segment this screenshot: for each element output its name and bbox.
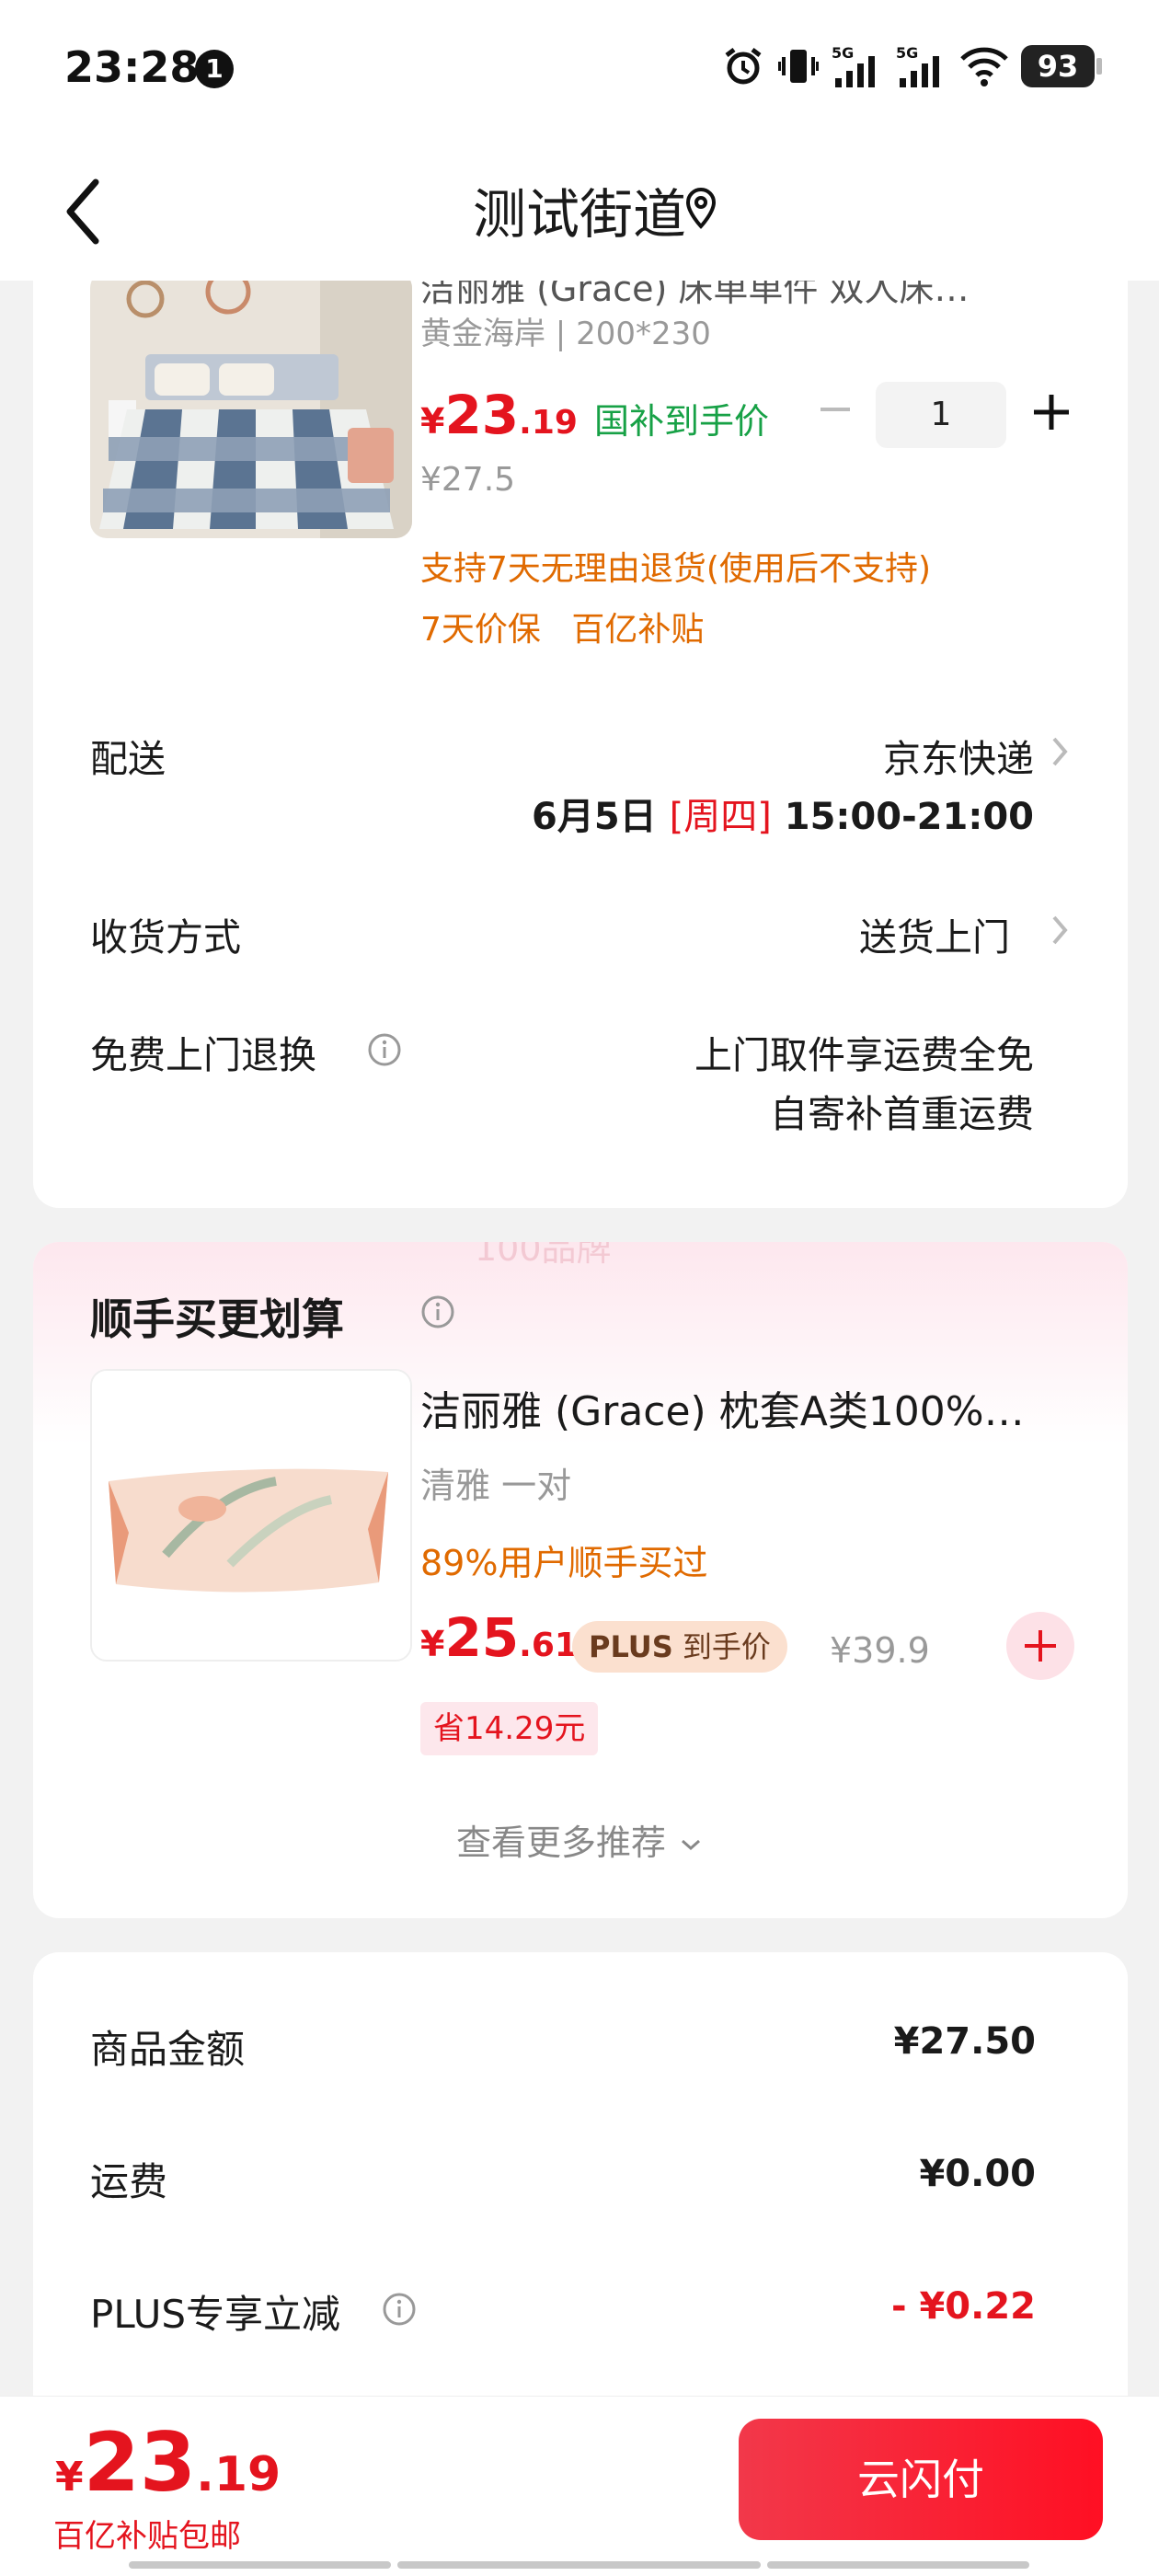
- chevron-right-icon[interactable]: [1049, 912, 1071, 949]
- free-return-line1: 上门取件享运费全免: [694, 1033, 1034, 1077]
- recommend-original-price: ¥39.9: [830, 1630, 930, 1671]
- info-icon[interactable]: [381, 2291, 418, 2328]
- signal-5g-icon: 5G: [896, 44, 939, 87]
- location-pin-icon[interactable]: [683, 186, 719, 232]
- price-integer: 23: [83, 2415, 197, 2510]
- goods-amount-value: ¥27.50: [893, 2020, 1036, 2063]
- page-title: 测试街道: [472, 183, 686, 246]
- battery-indicator: 93: [1021, 45, 1102, 87]
- alarm-icon: [725, 48, 762, 85]
- price-decimal: .19: [519, 404, 578, 442]
- gesture-bar: [129, 2561, 391, 2569]
- delivery-date: 6月5日: [531, 796, 657, 838]
- total-subtitle: 百亿补贴包邮: [53, 2518, 241, 2555]
- recommend-buyers-rate: 89%用户顺手买过: [420, 1543, 708, 1583]
- price-decimal: .61: [519, 1627, 578, 1664]
- wifi-icon: [960, 47, 1008, 86]
- recommend-product-title[interactable]: 洁丽雅 (Grace) 枕套A类100%…: [420, 1378, 1101, 1437]
- delivery-weekday: [周四]: [669, 796, 772, 838]
- plus-discount-label: PLUS专享立减: [90, 2292, 341, 2337]
- plus-text: 到手价: [682, 1629, 771, 1664]
- svg-text:5G: 5G: [896, 44, 918, 62]
- price-decimal: .19: [196, 2447, 281, 2502]
- free-return-line2: 自寄补首重运费: [770, 1092, 1034, 1136]
- delivery-time[interactable]: 6月5日 [周四] 15:00-21:00: [532, 787, 1034, 840]
- subsidy-tag: 百亿补贴: [571, 611, 705, 649]
- goods-amount-label: 商品金额: [90, 2027, 246, 2072]
- recommend-product-image[interactable]: [90, 1369, 412, 1662]
- subsidy-price-tag: 国补到手价: [593, 401, 769, 442]
- price-currency: ¥: [55, 2454, 84, 2501]
- saving-tag: 省14.29元: [420, 1702, 599, 1755]
- pay-button[interactable]: 云闪付: [739, 2419, 1103, 2540]
- recommend-product-spec: 清雅 一对: [420, 1466, 572, 1506]
- chevron-down-icon: [682, 1839, 701, 1851]
- info-icon[interactable]: [419, 1294, 456, 1330]
- signal-5g-icon: 5G: [832, 44, 875, 87]
- status-time: 23:28: [64, 42, 200, 92]
- brand-watermark: 100品牌: [475, 1242, 612, 1269]
- product-spec: 黄金海岸 | 200*230: [420, 316, 711, 352]
- plus-price-badge: PLUS 到手价: [572, 1621, 787, 1673]
- quantity-input[interactable]: 1: [876, 382, 1006, 448]
- return-policy: 支持7天无理由退货(使用后不支持): [420, 550, 931, 588]
- checkout-bar: ¥ 23 .19 百亿补贴包邮 云闪付: [0, 2396, 1159, 2576]
- vibrate-icon: [778, 50, 819, 83]
- plus-icon: [1025, 1630, 1056, 1662]
- product-title[interactable]: 洁丽雅 (Grace) 床单单件 双人床…: [420, 281, 1092, 311]
- product-price: ¥ 23 .19 国补到手价: [420, 384, 769, 446]
- recommend-card: 100品牌 顺手买更划算 洁丽雅 (Grace) 枕套A类100%… 清雅 一对…: [33, 1242, 1128, 1918]
- add-to-order-button[interactable]: [1006, 1612, 1074, 1680]
- policy-tags: 7天价保 百亿补贴: [420, 603, 724, 650]
- delivery-label: 配送: [90, 737, 166, 781]
- price-integer: 25: [444, 1606, 520, 1669]
- delivery-carrier[interactable]: 京东快递: [883, 728, 1034, 783]
- system-icons: 5G 5G 93: [721, 40, 1102, 92]
- gesture-bar: [397, 2561, 761, 2569]
- more-recommend-link[interactable]: 查看更多推荐: [33, 1814, 1128, 1865]
- chevron-right-icon[interactable]: [1049, 733, 1071, 770]
- shipping-value: ¥0.00: [919, 2153, 1036, 2195]
- free-return-label: 免费上门退换: [90, 1033, 316, 1077]
- section-title-text: 顺手买更划算: [90, 1294, 344, 1344]
- plus-discount-value: - ¥0.22: [890, 2285, 1036, 2328]
- price-integer: 23: [444, 384, 520, 446]
- status-bar: 23:28 1 5G 5G 93: [0, 0, 1159, 138]
- more-recommend-label: 查看更多推荐: [455, 1823, 666, 1863]
- gesture-bar: [767, 2561, 1029, 2569]
- receive-method-value[interactable]: 送货上门: [859, 906, 1010, 961]
- plus-label: PLUS: [589, 1629, 673, 1664]
- price-currency: ¥: [420, 401, 445, 442]
- shipping-label: 运费: [90, 2159, 168, 2204]
- section-title: 顺手买更划算: [90, 1286, 344, 1347]
- notification-count: 1: [195, 50, 234, 88]
- original-price: ¥27.5: [420, 461, 516, 499]
- receive-method-label: 收货方式: [90, 915, 241, 960]
- price-currency: ¥: [420, 1624, 445, 1664]
- price-protect-tag: 7天价保: [420, 611, 541, 649]
- order-item-card: 洁丽雅 (Grace) 床单单件 双人床… 黄金海岸 | 200*230 ¥ 2…: [33, 281, 1128, 1208]
- quantity-increase-icon[interactable]: [1028, 389, 1074, 435]
- product-image[interactable]: [90, 281, 412, 538]
- recommend-price: ¥ 25 .61: [420, 1606, 578, 1669]
- delivery-window: 15:00-21:00: [784, 796, 1034, 838]
- total-price: ¥ 23 .19: [55, 2422, 281, 2503]
- svg-text:5G: 5G: [832, 44, 854, 62]
- quantity-decrease-icon[interactable]: [815, 389, 855, 430]
- info-icon[interactable]: [366, 1031, 403, 1068]
- nav-bar: 测试街道: [0, 138, 1159, 281]
